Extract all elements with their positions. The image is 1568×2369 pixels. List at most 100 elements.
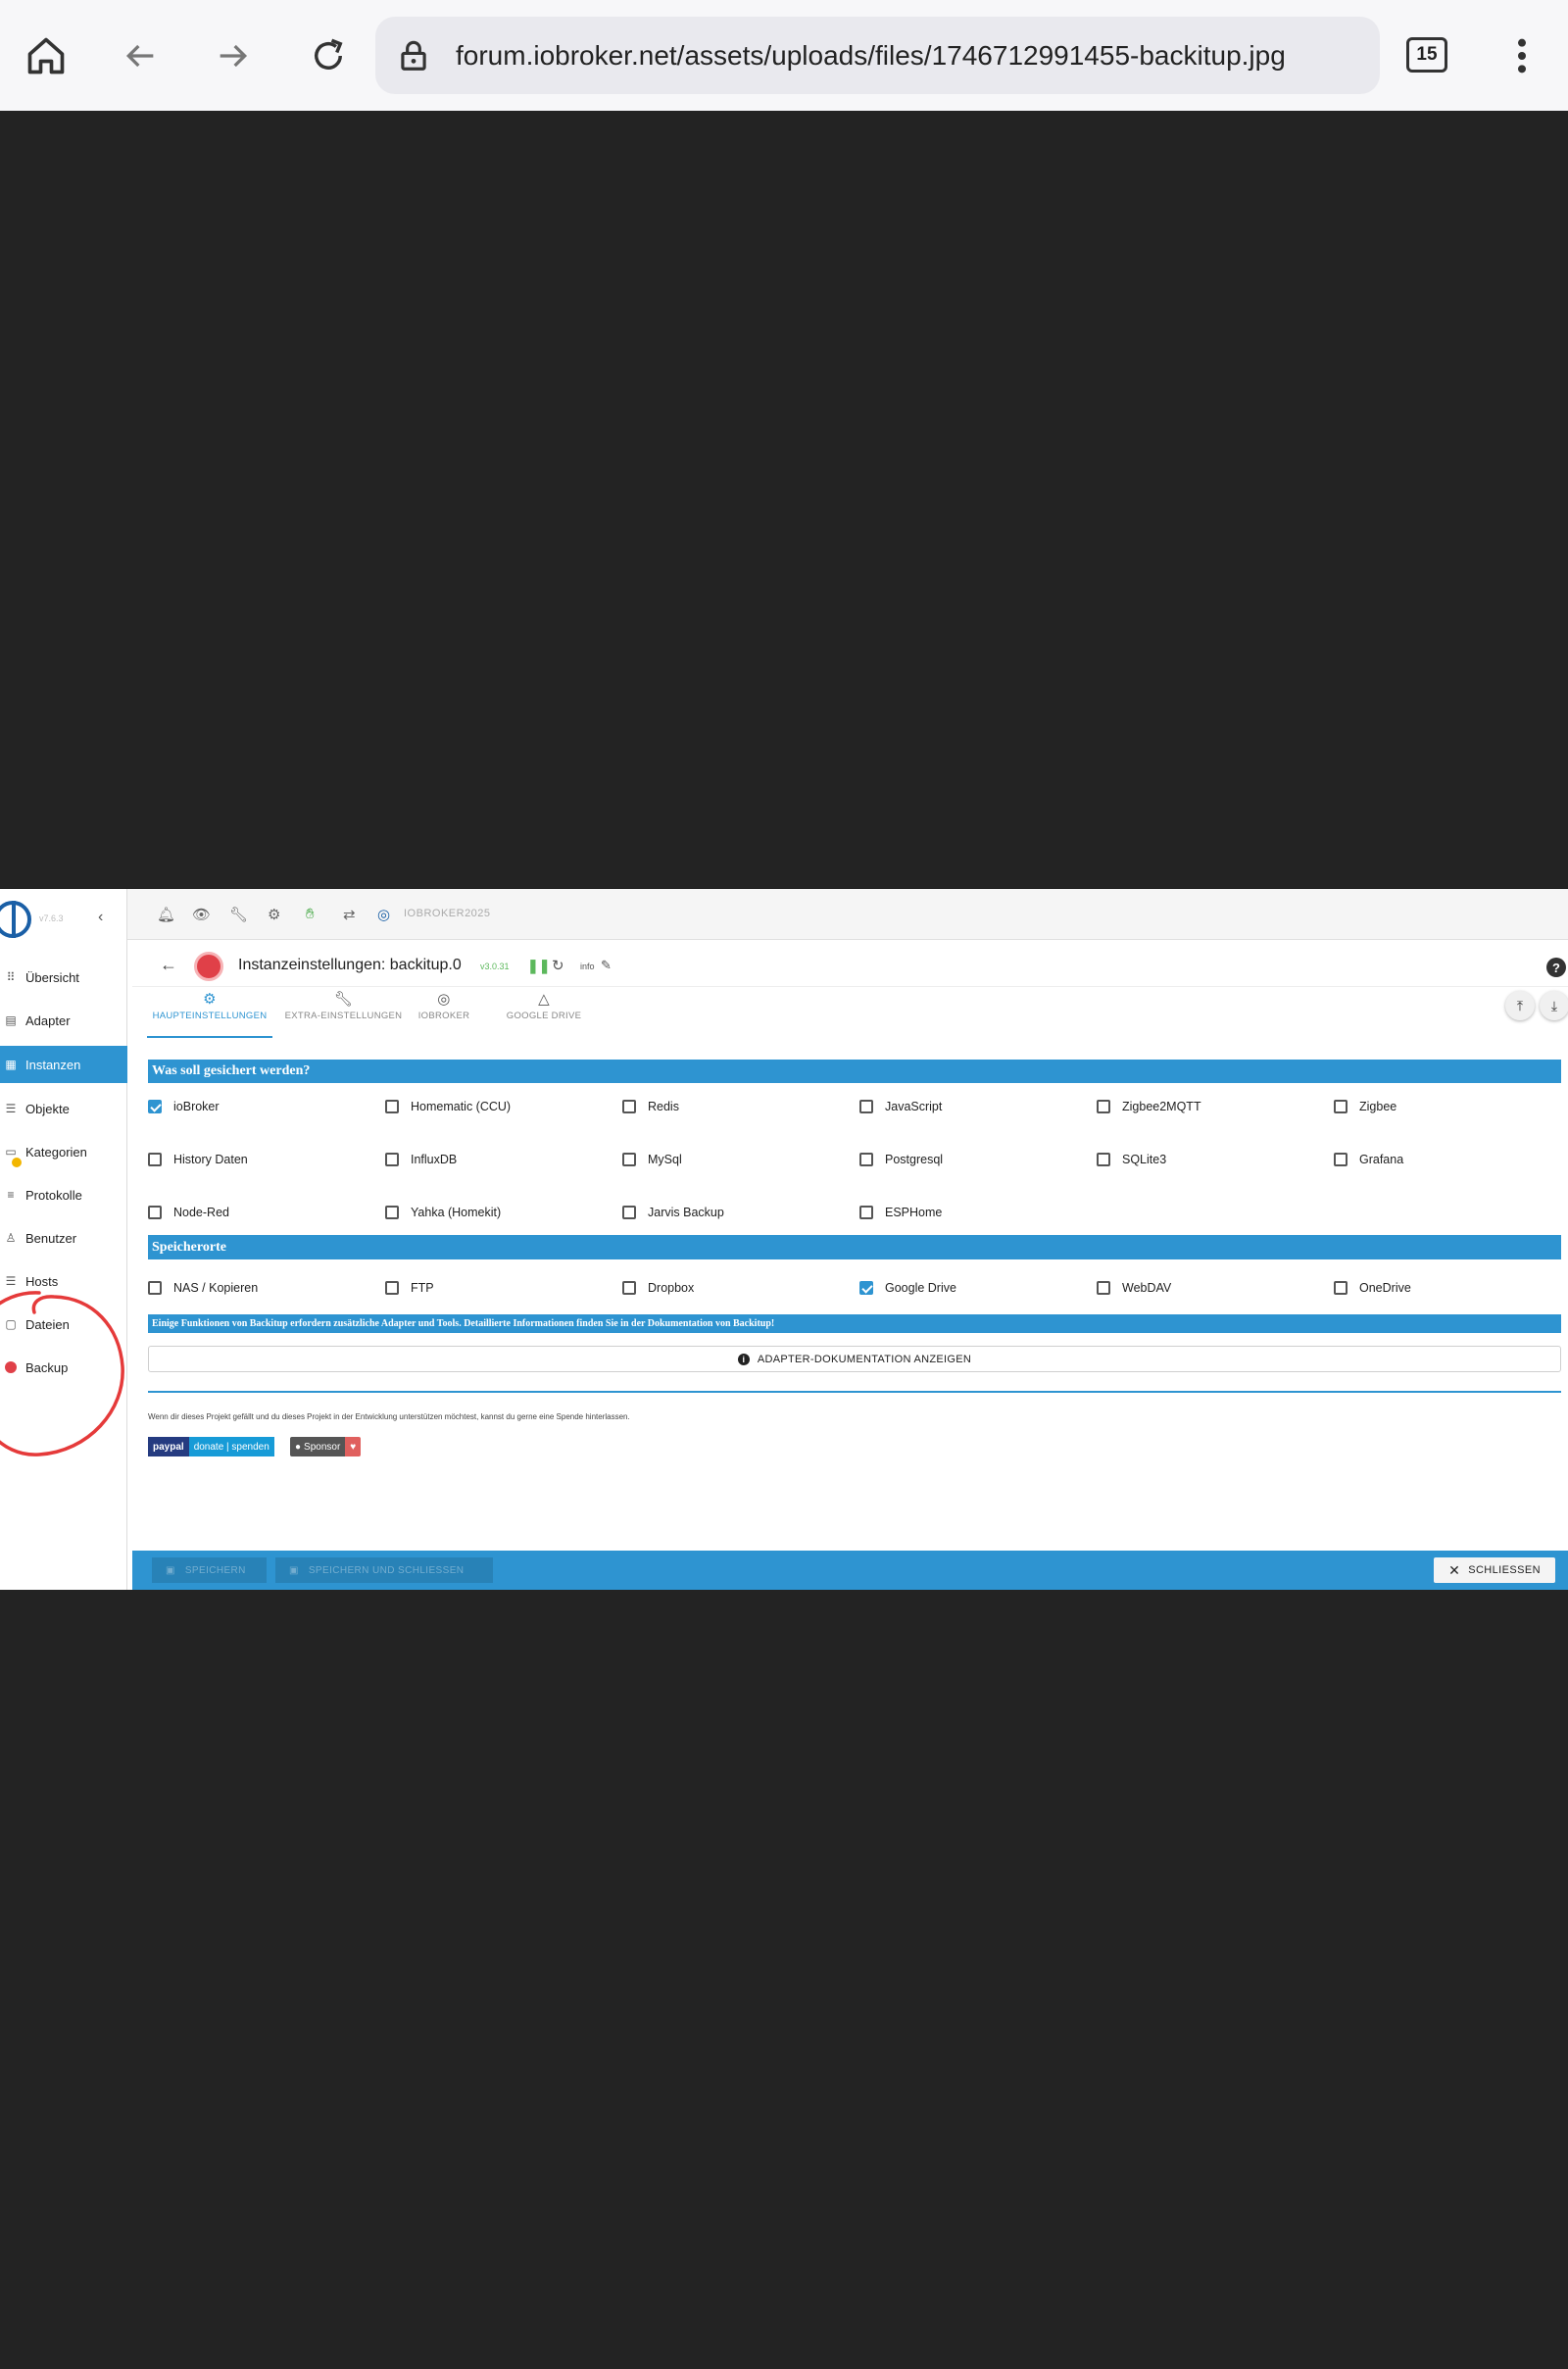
tab-label: EXTRA-EINSTELLUNGEN: [284, 1011, 403, 1021]
reload-icon[interactable]: ↻: [552, 957, 564, 974]
checkbox-ftp[interactable]: FTP: [385, 1278, 434, 1298]
checkbox-label: FTP: [411, 1281, 434, 1295]
sidebar-item-label: Benutzer: [25, 1230, 77, 1246]
close-icon: ✕: [1448, 1561, 1461, 1578]
edit-icon[interactable]: ✎: [601, 958, 612, 973]
instance-titlebar: ← Instanzeinstellungen: backitup.0 v3.0.…: [132, 946, 1568, 987]
checkbox-homematic[interactable]: Homematic (CCU): [385, 1097, 511, 1116]
checkbox-unchecked: [385, 1153, 399, 1166]
checkbox-label: Zigbee2MQTT: [1122, 1100, 1201, 1113]
heart-icon: ♥: [345, 1437, 362, 1456]
checkbox-grafana[interactable]: Grafana: [1334, 1150, 1403, 1169]
settings-tabs: ⚙ HAUPTEINSTELLUNGEN 🔧︎ EXTRA-EINSTELLUN…: [137, 989, 1568, 1038]
checkbox-label: MySql: [648, 1153, 682, 1166]
home-icon[interactable]: [12, 22, 80, 90]
checkbox-mysql[interactable]: MySql: [622, 1150, 682, 1169]
checkbox-sqlite3[interactable]: SQLite3: [1097, 1150, 1166, 1169]
checkbox-jarvis[interactable]: Jarvis Backup: [622, 1203, 724, 1222]
section-header-storage: Speicherorte: [148, 1235, 1561, 1259]
checkbox-nas[interactable]: NAS / Kopieren: [148, 1278, 258, 1298]
tab-google-drive[interactable]: △ GOOGLE DRIVE: [500, 989, 588, 1038]
button-label: SPEICHERN: [184, 1564, 246, 1576]
sidebar-item-adapter[interactable]: ▤ Adapter: [0, 1003, 127, 1038]
collapse-sidebar-icon[interactable]: ‹: [98, 909, 103, 926]
sidebar-item-instanzen[interactable]: ▦ Instanzen: [0, 1046, 127, 1083]
info-link[interactable]: info: [580, 962, 595, 971]
expert-mode-icon[interactable]: ✋︎: [306, 906, 315, 922]
checkbox-label: Yahka (Homekit): [411, 1206, 502, 1219]
checkbox-postgresql[interactable]: Postgresql: [859, 1150, 943, 1169]
page-title: Instanzeinstellungen: backitup.0: [238, 957, 462, 973]
sidebar-item-objekte[interactable]: ☰ Objekte: [0, 1091, 127, 1126]
pause-icon[interactable]: ❚❚: [527, 958, 550, 974]
donate-note: Wenn dir dieses Projekt gefällt und du d…: [148, 1412, 630, 1421]
upload-config-icon[interactable]: ⤒: [1505, 991, 1535, 1020]
list-icon: ☰: [5, 1102, 17, 1115]
store-icon: ▤: [5, 1013, 17, 1027]
checkbox-unchecked: [622, 1153, 636, 1166]
wrench-icon[interactable]: 🔧︎: [229, 906, 248, 923]
reload-icon[interactable]: [294, 22, 363, 90]
grid-icon: ⠿: [6, 970, 16, 984]
admin-version: v7.6.3: [39, 913, 64, 923]
checkbox-influxdb[interactable]: InfluxDB: [385, 1150, 457, 1169]
bell-icon[interactable]: 🔔︎: [157, 906, 175, 923]
back-arrow-icon[interactable]: ←: [160, 955, 177, 975]
lock-icon: [395, 34, 432, 80]
sidebar-item-dateien[interactable]: ▢ Dateien: [0, 1307, 127, 1342]
checkbox-label: WebDAV: [1122, 1281, 1172, 1295]
sidebar-item-protokolle[interactable]: ≡ Protokolle: [0, 1177, 127, 1212]
sync-icon[interactable]: ⇄: [343, 906, 356, 923]
download-config-icon[interactable]: ⤓: [1540, 991, 1568, 1020]
checkbox-iobroker[interactable]: ioBroker: [148, 1097, 220, 1116]
tab-switcher-button[interactable]: 15: [1406, 37, 1447, 73]
checkbox-dropbox[interactable]: Dropbox: [622, 1278, 694, 1298]
checkbox-label: Redis: [648, 1100, 679, 1113]
paypal-donate-button[interactable]: paypal donate | spenden: [148, 1437, 274, 1456]
checkbox-history[interactable]: History Daten: [148, 1150, 248, 1169]
help-icon[interactable]: ?: [1546, 958, 1566, 977]
forward-arrow-icon[interactable]: [199, 22, 268, 90]
checkbox-javascript[interactable]: JavaScript: [859, 1097, 942, 1116]
google-drive-icon: △: [538, 991, 550, 1008]
eye-icon[interactable]: 👁︎: [192, 906, 211, 923]
sidebar-item-backup[interactable]: Backup: [0, 1350, 127, 1385]
sidebar-item-label: Objekte: [25, 1101, 70, 1116]
log-icon: ≡: [7, 1188, 15, 1202]
save-icon: ▣: [166, 1564, 175, 1576]
back-arrow-icon[interactable]: [106, 22, 174, 90]
tab-iobroker[interactable]: ◎ IOBROKER: [415, 989, 473, 1038]
checkbox-google-drive[interactable]: Google Drive: [859, 1278, 956, 1298]
checkbox-checked: [859, 1281, 873, 1295]
checkbox-label: SQLite3: [1122, 1153, 1167, 1166]
sidebar-item-uebersicht[interactable]: ⠿ Übersicht: [0, 960, 127, 995]
url-text: forum.iobroker.net/assets/uploads/files/…: [456, 39, 1286, 71]
sidebar-item-benutzer[interactable]: ♙ Benutzer: [0, 1220, 127, 1256]
backitup-adapter-icon: [194, 952, 223, 981]
save-and-close-button[interactable]: ▣ SPEICHERN UND SCHLIESSEN: [275, 1557, 493, 1583]
show-documentation-button[interactable]: i ADAPTER-DOKUMENTATION ANZEIGEN: [148, 1346, 1561, 1372]
close-button[interactable]: ✕ SCHLIESSEN: [1434, 1557, 1555, 1583]
save-button[interactable]: ▣ SPEICHERN: [152, 1557, 267, 1583]
checkbox-zigbee2mqtt[interactable]: Zigbee2MQTT: [1097, 1097, 1201, 1116]
checkbox-redis[interactable]: Redis: [622, 1097, 679, 1116]
checkbox-esphome[interactable]: ESPHome: [859, 1203, 942, 1222]
github-sponsor-button[interactable]: ● Sponsor ♥: [290, 1437, 362, 1456]
checkbox-onedrive[interactable]: OneDrive: [1334, 1278, 1411, 1298]
tab-extra-einstellungen[interactable]: 🔧︎ EXTRA-EINSTELLUNGEN: [282, 989, 405, 1038]
backup-icon: [4, 1361, 18, 1373]
more-vert-icon[interactable]: [1488, 22, 1556, 90]
checkbox-node-red[interactable]: Node-Red: [148, 1203, 229, 1222]
checkbox-label: ESPHome: [885, 1206, 943, 1219]
checkbox-yahka[interactable]: Yahka (Homekit): [385, 1203, 501, 1222]
checkbox-unchecked: [859, 1153, 873, 1166]
address-bar[interactable]: forum.iobroker.net/assets/uploads/files/…: [375, 17, 1380, 94]
sidebar-item-hosts[interactable]: ☰ Hosts: [0, 1263, 127, 1299]
sidebar-item-label: Kategorien: [25, 1144, 87, 1160]
gear-icon[interactable]: ⚙: [268, 906, 280, 923]
checkbox-zigbee[interactable]: Zigbee: [1334, 1097, 1396, 1116]
save-icon: ▣: [289, 1564, 299, 1576]
info-icon: i: [737, 1353, 750, 1365]
tab-haupteinstellungen[interactable]: ⚙ HAUPTEINSTELLUNGEN: [147, 989, 272, 1038]
checkbox-webdav[interactable]: WebDAV: [1097, 1278, 1171, 1298]
